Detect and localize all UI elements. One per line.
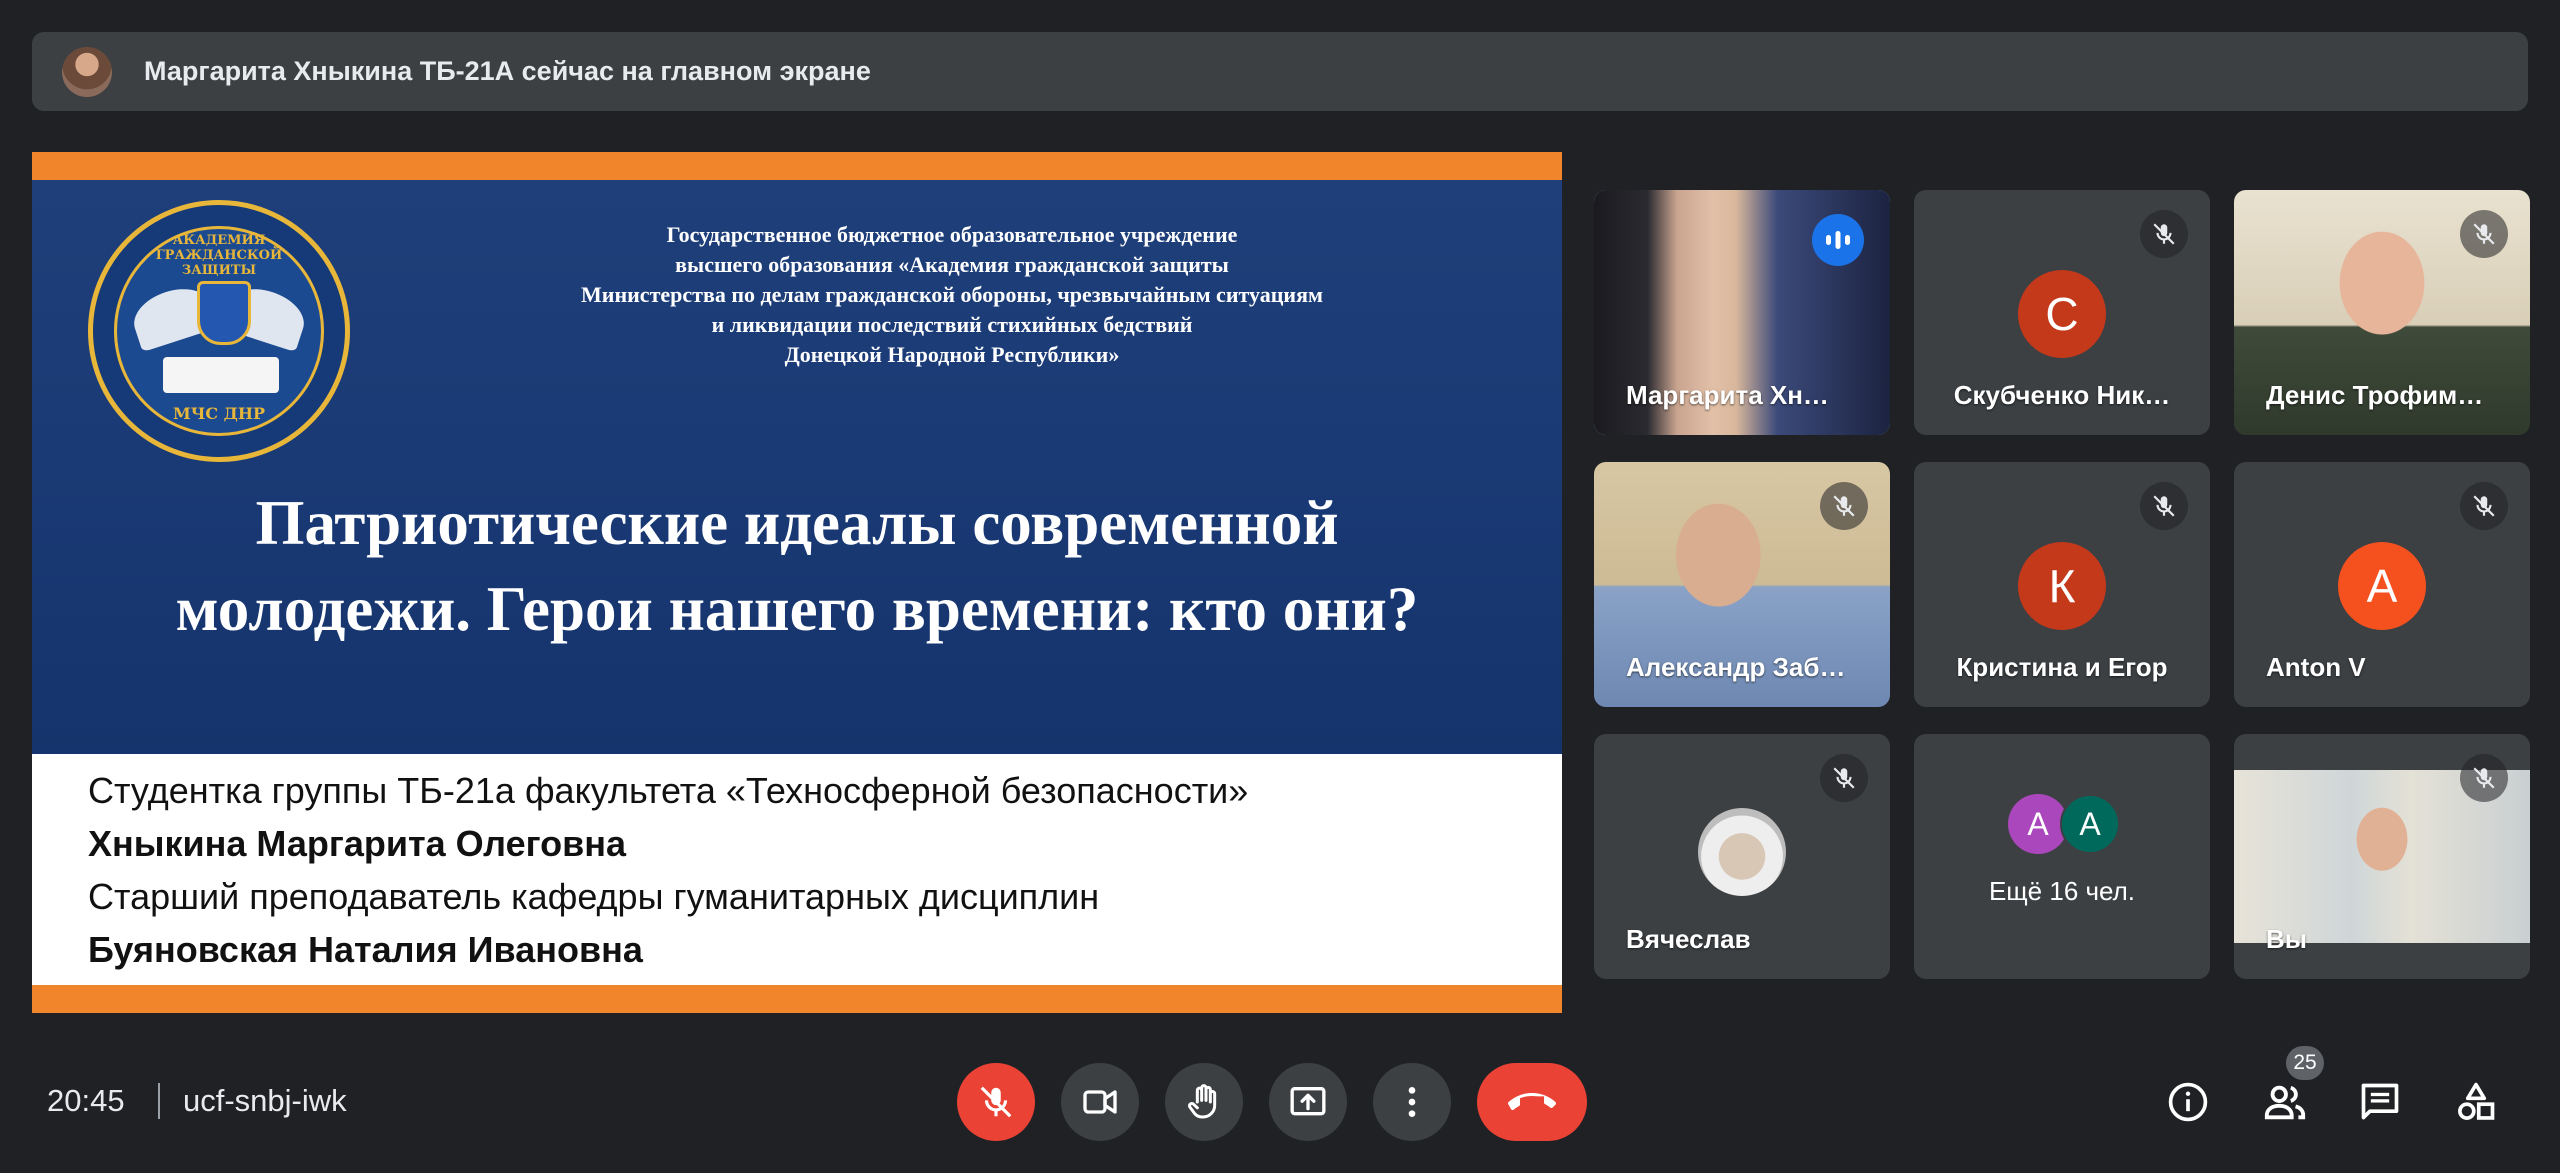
emblem-top-text: АКАДЕМИЯ ГРАЖДАНСКОЙ ЗАЩИТЫ xyxy=(155,233,283,278)
chat-button[interactable] xyxy=(2355,1077,2405,1127)
slide-bottom-stripe xyxy=(32,985,1562,1013)
slide-authors: Студентка группы ТБ-21а факультета «Техн… xyxy=(88,754,1528,976)
mic-off-icon xyxy=(1820,754,1868,802)
participant-count-badge: 25 xyxy=(2286,1046,2324,1080)
mic-off-icon xyxy=(980,1086,1012,1118)
hand-icon xyxy=(1188,1084,1217,1119)
participant-name: Anton V xyxy=(2266,652,2366,682)
participant-tile[interactable]: Маргарита Хн… xyxy=(1594,190,1890,435)
mic-off-icon xyxy=(2460,210,2508,258)
mic-off-icon xyxy=(2140,210,2188,258)
participant-avatar: A xyxy=(2060,794,2120,854)
activities-button[interactable] xyxy=(2451,1077,2501,1127)
footer-separator xyxy=(158,1083,160,1119)
participant-tile[interactable]: Александр Заб… xyxy=(1594,462,1890,707)
participant-name: Кристина и Егор xyxy=(1956,652,2168,682)
info-icon xyxy=(2168,1082,2208,1122)
meeting-time: 20:45 xyxy=(47,1083,125,1118)
chat-icon xyxy=(2361,1083,2399,1120)
meeting-code: ucf-snbj-iwk xyxy=(183,1083,347,1118)
participant-name: Скубченко Ник… xyxy=(1953,380,2171,410)
org-line: Государственное бюджетное образовательно… xyxy=(666,222,1238,247)
camera-toggle-button[interactable] xyxy=(1061,1063,1139,1141)
mic-off-icon xyxy=(2460,754,2508,802)
participant-name: Александр Заб… xyxy=(1626,652,1846,682)
raise-hand-button[interactable] xyxy=(1165,1063,1243,1141)
emblem-bottom-text: МЧС ДНР xyxy=(173,404,265,423)
org-line: Министерства по делам гражданской оборон… xyxy=(581,282,1323,307)
more-participants-label: Ещё 16 чел. xyxy=(1988,876,2136,906)
author-line: Студентка группы ТБ-21а факультета «Техн… xyxy=(88,770,1249,811)
participant-name: Маргарита Хн… xyxy=(1626,380,1829,410)
participant-tile[interactable]: Денис Трофим… xyxy=(2234,190,2530,435)
more-participants-tile[interactable]: A A Ещё 16 чел. xyxy=(1914,734,2210,979)
participant-avatar: A xyxy=(2338,542,2426,630)
mic-off-icon xyxy=(1820,482,1868,530)
present-screen-icon xyxy=(1290,1087,1326,1116)
participant-tile[interactable]: Вячеслав xyxy=(1594,734,1890,979)
meeting-details-button[interactable] xyxy=(2163,1077,2213,1127)
mic-off-icon xyxy=(2140,482,2188,530)
people-icon xyxy=(2264,1085,2306,1120)
participant-name: Вячеслав xyxy=(1626,924,1751,954)
organization-name: Государственное бюджетное образовательно… xyxy=(412,220,1492,370)
slide-title: Патриотические идеалы современной молоде… xyxy=(175,488,1419,644)
author-line: Хныкина Маргарита Олеговна xyxy=(88,823,626,864)
participant-avatar-image xyxy=(1698,808,1786,896)
participant-name: Денис Трофим… xyxy=(2266,380,2484,410)
presenter-banner-text: Маргарита Хныкина ТБ-21А сейчас на главн… xyxy=(144,56,871,86)
participant-avatar: К xyxy=(2018,542,2106,630)
presenter-banner: Маргарита Хныкина ТБ-21А сейчас на главн… xyxy=(32,32,2528,111)
mic-off-icon xyxy=(2460,482,2508,530)
participant-avatar: A xyxy=(2008,794,2068,854)
mic-toggle-button[interactable] xyxy=(957,1063,1035,1141)
author-line: Старший преподаватель кафедры гуманитарн… xyxy=(88,876,1100,917)
leave-call-button[interactable] xyxy=(1477,1063,1587,1141)
org-line: высшего образования «Академия гражданско… xyxy=(675,252,1229,277)
participant-tile[interactable]: К Кристина и Егор xyxy=(1914,462,2210,707)
activities-icon xyxy=(2458,1082,2495,1120)
participant-avatar: С xyxy=(2018,270,2106,358)
author-line: Буяновская Наталия Ивановна xyxy=(88,929,643,970)
participant-tile[interactable]: С Скубченко Ник… xyxy=(1914,190,2210,435)
more-options-button[interactable] xyxy=(1373,1063,1451,1141)
videocam-icon xyxy=(1083,1090,1117,1114)
shared-presentation[interactable]: АКАДЕМИЯ ГРАЖДАНСКОЙ ЗАЩИТЫ МЧС ДНР Госу… xyxy=(32,152,1562,1013)
org-line: и ликвидации последствий стихийных бедст… xyxy=(711,312,1193,337)
academy-emblem-logo: АКАДЕМИЯ ГРАЖДАНСКОЙ ЗАЩИТЫ МЧС ДНР xyxy=(88,200,350,462)
more-vert-icon xyxy=(1408,1087,1416,1117)
present-now-button[interactable] xyxy=(1269,1063,1347,1141)
speaking-indicator-icon xyxy=(1812,214,1864,266)
org-line: Донецкой Народной Республики» xyxy=(784,342,1120,367)
participant-tile[interactable]: A Anton V xyxy=(2234,462,2530,707)
participant-tile[interactable]: Вы xyxy=(2234,734,2530,979)
slide-top-stripe xyxy=(32,152,1562,180)
call-end-icon xyxy=(1508,1093,1556,1110)
presenter-avatar xyxy=(62,46,112,97)
people-button[interactable] xyxy=(2260,1077,2310,1127)
participant-name: Вы xyxy=(2266,924,2307,954)
